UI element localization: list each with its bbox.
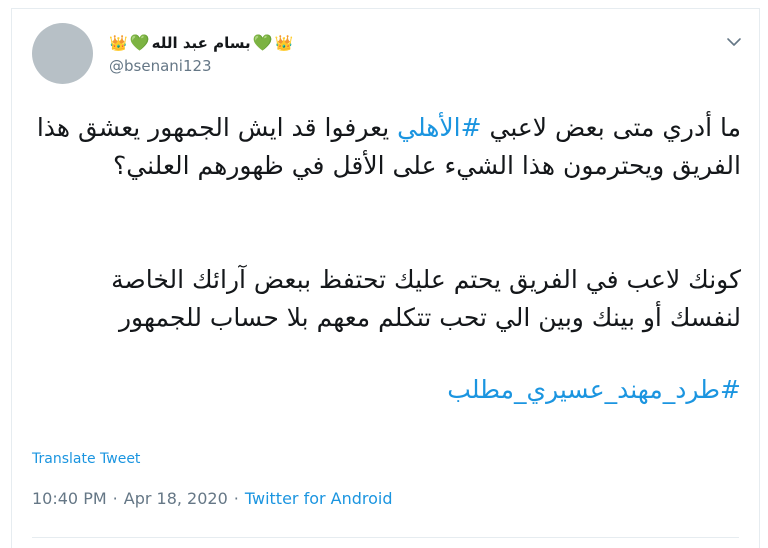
tweet-text: ما أدري متى بعض لاعبي #الأهلي يعرفوا قد …: [32, 109, 741, 409]
separator: ·: [233, 489, 239, 508]
separator: ·: [112, 489, 118, 508]
tweet-date[interactable]: Apr 18, 2020: [124, 489, 228, 508]
green-heart-icon: 💚: [129, 33, 150, 52]
chevron-down-icon[interactable]: [725, 33, 743, 51]
tweet-time[interactable]: 10:40 PM: [32, 489, 107, 508]
user-handle[interactable]: @bsenani123: [109, 57, 212, 75]
display-name-row[interactable]: 👑 💚 بسام عبد الله 💚 👑: [109, 31, 293, 55]
green-heart-icon: 💚: [252, 33, 273, 52]
hashtag-link[interactable]: #الأهلي: [397, 113, 481, 142]
tweet-card: 👑 💚 بسام عبد الله 💚 👑 @bsenani123 ما أدر…: [11, 8, 760, 548]
tweet-text-segment: ما أدري متى بعض لاعبي: [481, 113, 742, 142]
translate-tweet-link[interactable]: Translate Tweet: [32, 451, 140, 467]
crown-icon: 👑: [109, 33, 128, 52]
avatar[interactable]: [32, 23, 93, 84]
display-name[interactable]: بسام عبد الله: [152, 34, 251, 52]
tweet-metadata: 10:40 PM · Apr 18, 2020 · Twitter for An…: [32, 489, 393, 508]
divider: [32, 537, 739, 538]
tweet-source-link[interactable]: Twitter for Android: [245, 489, 393, 508]
crown-icon: 👑: [274, 33, 294, 52]
tweet-paragraph-2: كونك لاعب في الفريق يحتم عليك تحتفظ ببعض…: [111, 265, 741, 332]
hashtag-link[interactable]: #طرد_مهند_عسيري_مطلب: [447, 375, 741, 404]
tweet-paragraph-3: #طرد_مهند_عسيري_مطلب: [32, 371, 741, 409]
tweet-paragraph-1: ما أدري متى بعض لاعبي #الأهلي يعرفوا قد …: [32, 109, 741, 225]
